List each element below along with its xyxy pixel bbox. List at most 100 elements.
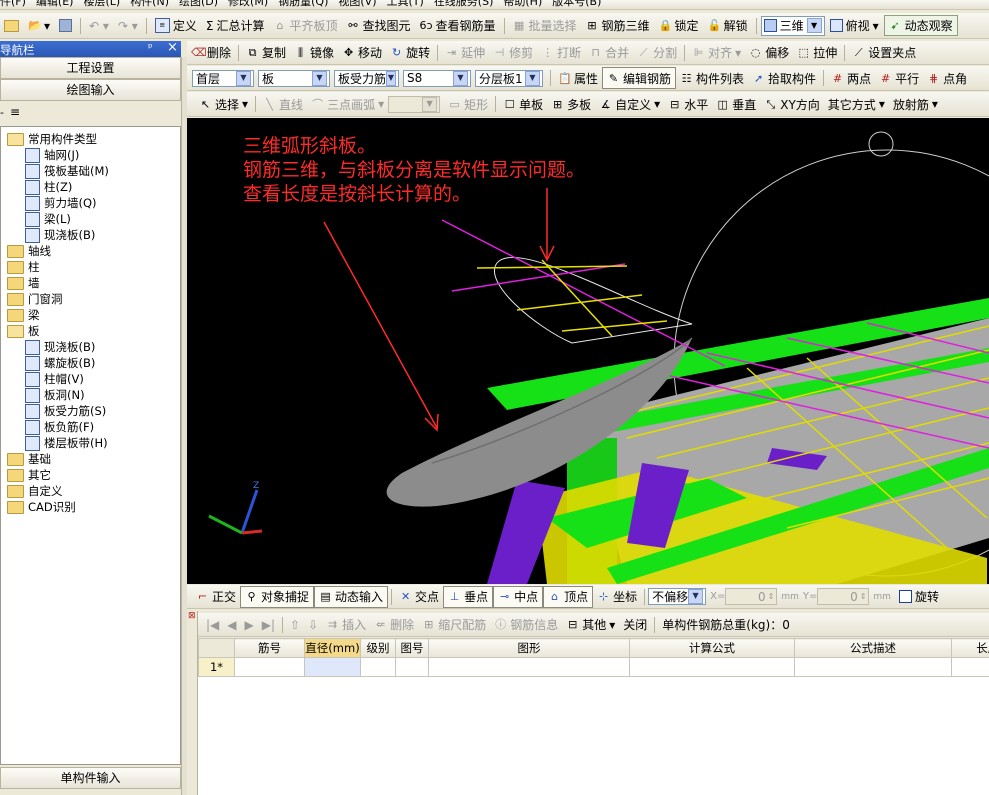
component-list-button[interactable]: ☷ 构件列表: [676, 68, 748, 88]
rebar-3d-button[interactable]: ⊞ 钢筋三维: [582, 16, 654, 36]
close-icon[interactable]: ×: [167, 40, 178, 55]
vertical-button[interactable]: ◫ 垂直: [712, 94, 760, 114]
find-element-button[interactable]: ⚯ 查找图元: [342, 16, 414, 36]
column-header[interactable]: 直径(mm): [304, 638, 361, 658]
rotate-button[interactable]: ↻ 旋转: [386, 43, 434, 63]
rect-button[interactable]: ▭ 矩形: [444, 94, 492, 114]
name-select[interactable]: S8 ▼: [403, 69, 471, 87]
next-record-button[interactable]: ▶: [241, 615, 258, 635]
custom-button[interactable]: ∡ 自定义 ▾: [595, 94, 664, 114]
menu-item-6[interactable]: 钢筋量(Q): [278, 0, 328, 7]
rebar-info-button[interactable]: ⓘ 钢筋信息: [490, 615, 562, 635]
column-header[interactable]: 图号: [395, 638, 429, 658]
extend-button[interactable]: ⇥ 延伸: [441, 43, 489, 63]
ortho-toggle[interactable]: ⌐ 正交: [192, 587, 240, 607]
radial-rebar-button[interactable]: 放射筋 ▾: [889, 94, 942, 114]
drawing-input-button[interactable]: 绘图输入: [0, 79, 181, 101]
offset-button[interactable]: ◌ 偏移: [745, 43, 793, 63]
point-angle-button[interactable]: ⋕ 点角: [923, 68, 971, 88]
tree-node[interactable]: 梁: [7, 307, 40, 323]
dynamic-input-toggle[interactable]: ▤ 动态输入: [314, 585, 389, 608]
break-button[interactable]: ⋮ 打断: [537, 43, 585, 63]
set-pinch-button[interactable]: ⟋ 设置夹点: [848, 43, 920, 63]
tree-node[interactable]: 现浇板(B): [25, 227, 95, 243]
tree-node[interactable]: 板负筋(F): [25, 419, 94, 435]
table-cell[interactable]: [395, 657, 429, 677]
collapse-icon[interactable]: ≡: [10, 105, 20, 119]
3d-viewport[interactable]: Z 三维弧形斜板。 钢筋三维，与斜板分离是软件显示问题。 查看长度是按斜长计算的。: [187, 118, 989, 584]
last-record-button[interactable]: ▶|: [258, 615, 279, 635]
tree-node[interactable]: 现浇板(B): [25, 339, 95, 355]
sum-calc-button[interactable]: Σ 汇总计算: [202, 16, 269, 36]
other-menu-button[interactable]: ⊟ 其他 ▾: [562, 615, 619, 635]
undo-button[interactable]: ↶ ▾: [85, 16, 113, 36]
split-button[interactable]: ⟋ 分割: [633, 43, 681, 63]
move-down-button[interactable]: ⇩: [304, 615, 322, 635]
insert-row-button[interactable]: ⇉ 插入: [322, 615, 370, 635]
tree-node[interactable]: 板: [7, 323, 40, 339]
column-header[interactable]: 筋号: [234, 638, 305, 658]
menu-item-0[interactable]: 件(F): [0, 0, 26, 7]
two-points-button[interactable]: # 两点: [827, 68, 875, 88]
type-select[interactable]: 板受力筋 ▼: [334, 69, 399, 87]
lock-button[interactable]: 🔒 锁定: [655, 16, 703, 36]
trim-button[interactable]: ⊣ 修剪: [489, 43, 537, 63]
horizontal-button[interactable]: ⊟ 水平: [664, 94, 712, 114]
tree-node[interactable]: 基础: [7, 451, 51, 467]
layer-select[interactable]: 分层板1 ▼: [475, 69, 543, 87]
table-cell[interactable]: [951, 657, 989, 677]
view-mode-dropdown[interactable]: 三维 ▼: [760, 15, 825, 36]
project-settings-button[interactable]: 工程设置: [0, 57, 181, 79]
property-button[interactable]: 📋 属性: [554, 68, 602, 88]
delete-button[interactable]: ⌫ 删除: [187, 43, 235, 63]
merge-button[interactable]: ⊓ 合并: [585, 43, 633, 63]
scale-rebar-button[interactable]: ⊞ 缩尺配筋: [418, 615, 490, 635]
select-button[interactable]: ↖ 选择 ▾: [195, 94, 252, 114]
midpoint-toggle[interactable]: ⊸ 中点: [493, 585, 544, 608]
arc-param-select[interactable]: ▼: [388, 95, 441, 113]
close-table-button[interactable]: 关闭: [619, 615, 651, 635]
column-header[interactable]: 级别: [360, 638, 396, 658]
object-snap-toggle[interactable]: ⚲ 对象捕捉: [240, 585, 315, 608]
column-header[interactable]: 计算公式: [629, 638, 795, 658]
tree-node[interactable]: 门窗洞: [7, 291, 63, 307]
tree-node[interactable]: 板受力筋(S): [25, 403, 106, 419]
x-input[interactable]: 0 ⇕: [725, 588, 778, 605]
tree-node[interactable]: 柱帽(V): [25, 371, 84, 387]
other-method-button[interactable]: 其它方式 ▾: [824, 94, 889, 114]
dynamic-observe-button[interactable]: ➹ 动态观察: [883, 15, 958, 36]
redo-button[interactable]: ↷ ▾: [114, 16, 142, 36]
coordinate-toggle[interactable]: ⊹ 坐标: [593, 587, 641, 607]
rotate-checkbox[interactable]: 旋转: [895, 587, 943, 607]
single-component-input-button[interactable]: 单构件输入: [0, 767, 181, 789]
category-select[interactable]: 板 ▼: [258, 69, 330, 87]
expand-all-icon[interactable]: -: [0, 106, 4, 119]
intersection-toggle[interactable]: ✕ 交点: [395, 587, 443, 607]
save-button[interactable]: [55, 16, 76, 36]
table-cell[interactable]: [794, 657, 952, 677]
tree-node[interactable]: 筏板基础(M): [25, 163, 109, 179]
tree-node[interactable]: 轴网(J): [25, 147, 79, 163]
y-input[interactable]: 0 ⇕: [817, 588, 870, 605]
delete-row-button[interactable]: ⇍ 删除: [370, 615, 418, 635]
vertex-toggle[interactable]: ⌂ 顶点: [543, 585, 594, 608]
first-record-button[interactable]: |◀: [202, 615, 223, 635]
table-cell[interactable]: [360, 657, 396, 677]
tree-node[interactable]: 柱(Z): [25, 179, 72, 195]
offset-mode-select[interactable]: 不偏移 ▼: [648, 588, 707, 605]
column-header[interactable]: 公式描述: [794, 638, 952, 658]
menu-item-3[interactable]: 构件(N): [130, 0, 169, 7]
line-button[interactable]: ╲ 直线: [259, 94, 307, 114]
mirror-button[interactable]: ⫼ 镜像: [290, 43, 338, 63]
tree-node[interactable]: 墙: [7, 275, 40, 291]
tree-node[interactable]: 板洞(N): [25, 387, 85, 403]
menu-item-1[interactable]: 编辑(E): [36, 0, 74, 7]
perpendicular-toggle[interactable]: ⊥ 垂点: [443, 585, 494, 608]
unlock-button[interactable]: 🔓 解锁: [704, 16, 752, 36]
edit-rebar-button[interactable]: ✎ 编辑钢筋: [602, 67, 677, 89]
menu-item-2[interactable]: 楼层(L): [83, 0, 120, 7]
open-file-button[interactable]: 📂 ▾: [24, 16, 54, 36]
arc-button[interactable]: ⌒ 三点画弧 ▾: [307, 94, 388, 114]
tree-node[interactable]: 螺旋板(B): [25, 355, 95, 371]
new-file-button[interactable]: [0, 16, 23, 36]
